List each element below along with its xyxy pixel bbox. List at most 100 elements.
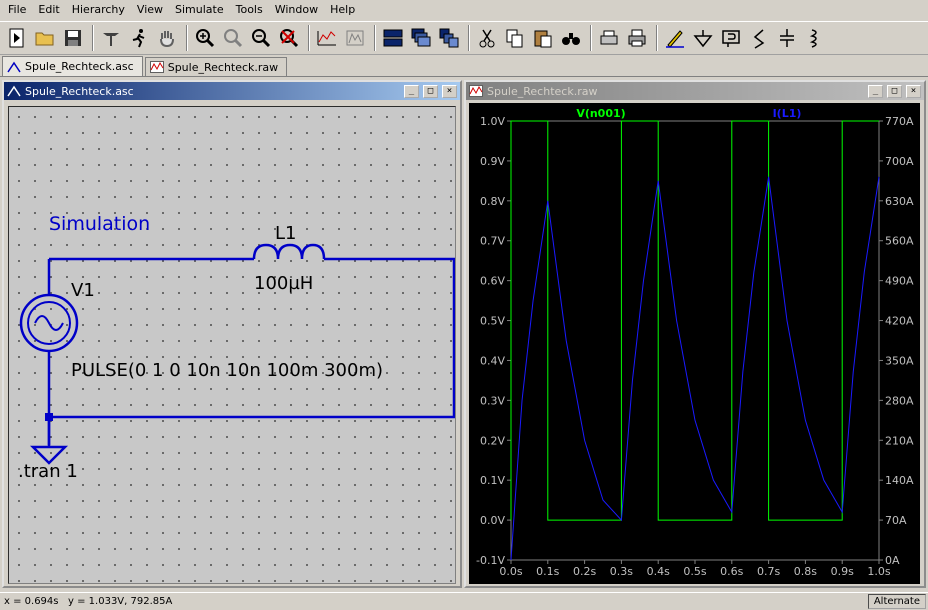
y-left-tick-label: 0.2V [480, 434, 505, 447]
zoom-full-button[interactable] [220, 24, 246, 52]
paste-icon[interactable] [530, 24, 556, 52]
cascade-button[interactable] [408, 24, 434, 52]
tile-horizontal-button[interactable] [380, 24, 406, 52]
close-button[interactable]: × [442, 84, 457, 98]
maximize-button[interactable]: □ [887, 84, 902, 98]
print-setup-icon[interactable] [596, 24, 622, 52]
inductor-value[interactable]: 100µH [254, 273, 313, 294]
y-left-tick-label: 0.0V [480, 514, 505, 527]
toolbar-separator [92, 25, 94, 51]
schematic-title-bar[interactable]: Spule_Rechteck.asc _ □ × [4, 82, 460, 100]
inductor-name[interactable]: L1 [275, 223, 296, 244]
x-tick-label: 0.1s [536, 565, 559, 578]
menu-help[interactable]: Help [324, 0, 361, 20]
cut-icon[interactable] [474, 24, 500, 52]
tile-vertical-button[interactable] [436, 24, 462, 52]
waveform-plot-pane[interactable]: 0.0s 0.1s 0.2s 0.3s 0.4s 0.5s 0.6s 0.7s 0.8s 0.9s… [469, 103, 920, 584]
waveform-title-bar[interactable]: Spule_Rechteck.raw _ □ × [466, 82, 924, 100]
wire-top-right[interactable] [49, 257, 455, 419]
toolbar-separator [308, 25, 310, 51]
tab-schematic[interactable]: Spule_Rechteck.asc [2, 56, 143, 76]
zoom-out-button[interactable] [248, 24, 274, 52]
status-bar: x = 0.694s y = 1.033V, 792.85A Alternate [0, 592, 928, 610]
draw-wire-icon[interactable] [662, 24, 688, 52]
zoom-cancel-button[interactable] [276, 24, 302, 52]
y-right-tick-label: 490A [885, 275, 914, 288]
minimize-button[interactable]: _ [868, 84, 883, 98]
menu-tools[interactable]: Tools [230, 0, 269, 20]
y-right-tick-label: 560A [885, 235, 914, 248]
trace-voltage-v-n001[interactable] [510, 120, 879, 521]
source-name[interactable]: V1 [71, 280, 95, 301]
hand-icon[interactable] [154, 24, 180, 52]
menu-file[interactable]: File [2, 0, 32, 20]
menu-simulate[interactable]: Simulate [169, 0, 230, 20]
waveform-chart[interactable]: 0.0s 0.1s 0.2s 0.3s 0.4s 0.5s 0.6s 0.7s 0.8s 0.9s… [469, 103, 920, 584]
y-left-tick-label: 0.1V [480, 474, 505, 487]
label-net-icon[interactable] [718, 24, 744, 52]
simulation-label[interactable]: Simulation [49, 213, 150, 235]
copy-icon[interactable] [502, 24, 528, 52]
waveform-icon [149, 61, 164, 73]
inductor-l1[interactable] [252, 243, 326, 260]
ground-symbol[interactable] [29, 417, 69, 465]
inductor-icon[interactable] [802, 24, 828, 52]
trace-current-i-l1[interactable] [510, 176, 880, 561]
y-right-tick-label: 700A [885, 155, 914, 168]
minimize-button[interactable]: _ [404, 84, 419, 98]
y-left-tick-label: 0.3V [480, 394, 505, 407]
cursor-readout: x = 0.694s y = 1.033V, 792.85A [4, 596, 173, 607]
schematic-icon [7, 85, 21, 97]
schematic-window: Spule_Rechteck.asc _ □ × Simulation L1 1… [2, 80, 462, 588]
find-icon[interactable] [558, 24, 584, 52]
fft-button[interactable] [342, 24, 368, 52]
y-right-tick-label: 70A [885, 514, 907, 527]
y-right-tick-label: 140A [885, 474, 914, 487]
toolbar-separator [656, 25, 658, 51]
menu-view[interactable]: View [131, 0, 169, 20]
maximize-button[interactable]: □ [423, 84, 438, 98]
window-title: Spule_Rechteck.raw [487, 84, 598, 98]
autorange-button[interactable] [314, 24, 340, 52]
close-button[interactable]: × [906, 84, 921, 98]
open-folder-button[interactable] [32, 24, 58, 52]
ground-icon[interactable] [690, 24, 716, 52]
save-button[interactable] [60, 24, 86, 52]
y-left-tick-label: 0.5V [480, 315, 505, 328]
capacitor-icon[interactable] [774, 24, 800, 52]
x-tick-label: 0.6s [720, 565, 743, 578]
toolbar-separator [468, 25, 470, 51]
x-tick-label: 0.9s [831, 565, 854, 578]
menu-window[interactable]: Window [269, 0, 324, 20]
zoom-in-button[interactable] [192, 24, 218, 52]
y-left-tick-label: 0.8V [480, 195, 505, 208]
menu-edit[interactable]: Edit [32, 0, 65, 20]
print-icon[interactable] [624, 24, 650, 52]
toolbar-separator [186, 25, 188, 51]
toolbar-separator [590, 25, 592, 51]
y-left-tick-label: 1.0V [480, 115, 505, 128]
control-panel-button[interactable] [98, 24, 124, 52]
tab-label: Spule_Rechteck.asc [25, 60, 134, 73]
y-right-tick-label: 280A [885, 394, 914, 407]
menu-hierarchy[interactable]: Hierarchy [66, 0, 131, 20]
resistor-icon[interactable] [746, 24, 772, 52]
y-left-tick-label: 0.7V [480, 235, 505, 248]
tab-label: Spule_Rechteck.raw [167, 60, 279, 74]
tab-waveform[interactable]: Spule_Rechteck.raw [144, 57, 288, 76]
y-right-tick-label: 420A [885, 315, 914, 328]
x-tick-label: 0.5s [683, 565, 706, 578]
trace-label-current[interactable]: I(L1) [773, 107, 802, 120]
new-schematic-button[interactable] [4, 24, 30, 52]
schematic-icon [7, 61, 21, 72]
x-tick-label: 0.7s [757, 565, 780, 578]
voltage-source-v1[interactable] [19, 293, 79, 353]
schematic-canvas[interactable]: Simulation L1 100µH V1 PULSE(0 1 0 10n 1… [8, 106, 456, 584]
y-right-tick-label: 350A [885, 354, 914, 367]
source-value[interactable]: PULSE(0 1 0 10n 10n 100m 300m) [71, 360, 383, 381]
trace-label-voltage[interactable]: V(n001) [576, 107, 625, 120]
run-button[interactable] [126, 24, 152, 52]
menu-bar: File Edit Hierarchy View Simulate Tools Window… [0, 0, 928, 20]
toolbar-separator [374, 25, 376, 51]
spice-directive[interactable]: .tran 1 [18, 461, 78, 482]
